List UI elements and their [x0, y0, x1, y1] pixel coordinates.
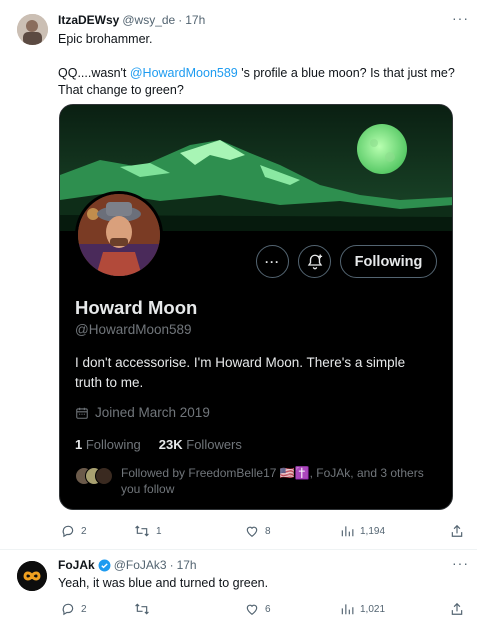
share-icon [451, 524, 463, 537]
tweet-fojak[interactable]: FoJAk @FoJAk3 · 17h ··· Yeah, it was blu… [0, 550, 477, 631]
following-count: 1 [75, 437, 83, 452]
analytics-icon [341, 526, 354, 537]
display-name[interactable]: FoJAk [58, 558, 95, 572]
reply-button[interactable]: 2 [61, 524, 87, 538]
retweet-icon [135, 603, 149, 615]
avatar-image [17, 14, 48, 45]
mention-link[interactable]: @HowardMoon589 [130, 66, 238, 80]
profile-avatar-image [78, 194, 160, 276]
retweet-button[interactable] [134, 602, 156, 616]
avatar-fojak[interactable] [17, 561, 47, 591]
followers-label: Followers [186, 437, 242, 452]
timestamp[interactable]: 17h [185, 13, 205, 27]
retweet-count: 1 [156, 525, 162, 537]
display-name[interactable]: ItzaDEWsy [58, 13, 119, 27]
profile-card[interactable]: ··· Following Howard Moon @HowardMoon589… [59, 104, 453, 510]
like-count: 6 [265, 603, 271, 615]
tweet-actions: 2 1 8 1,194 [59, 524, 463, 542]
retweet-icon [135, 525, 149, 537]
follow-counts: 1 Following 23K Followers [75, 437, 242, 452]
followers-count-link[interactable]: 23K Followers [159, 437, 242, 452]
more-profile-button[interactable]: ··· [256, 245, 289, 278]
calendar-icon [76, 407, 88, 419]
tweet-header: FoJAk @FoJAk3 · 17h [58, 558, 197, 572]
followers-count: 23K [158, 437, 183, 452]
profile-name[interactable]: Howard Moon [75, 297, 197, 319]
views-button[interactable]: 1,021 [340, 602, 385, 616]
reply-count: 2 [81, 525, 87, 537]
share-button[interactable] [450, 602, 464, 616]
view-count: 1,194 [360, 525, 386, 537]
more-options-icon[interactable]: ··· [452, 555, 469, 571]
bell-plus-icon [307, 254, 322, 269]
tweet-text: Yeah, it was blue and turned to green. [58, 576, 269, 590]
heart-icon [246, 604, 258, 615]
tweet-header: ItzaDEWsy @wsy_de · 17h [58, 13, 205, 27]
share-icon [451, 602, 463, 615]
following-button[interactable]: Following [340, 245, 437, 278]
infinity-logo-icon [17, 561, 47, 591]
more-profile-label: ··· [265, 254, 280, 269]
verified-badge-icon[interactable] [98, 559, 111, 572]
reply-icon [62, 525, 74, 538]
more-options-icon[interactable]: ··· [452, 10, 469, 26]
tweet-text-pre: QQ....wasn't [58, 66, 130, 80]
retweet-button[interactable]: 1 [134, 524, 162, 538]
profile-avatar[interactable] [75, 191, 163, 279]
following-count-link[interactable]: 1 Following [75, 437, 141, 452]
subscribe-notifications-button[interactable] [298, 245, 331, 278]
tweet-actions: 2 6 1,021 [59, 602, 463, 620]
like-count: 8 [265, 525, 271, 537]
like-button[interactable]: 6 [245, 602, 271, 616]
profile-handle[interactable]: @HowardMoon589 [75, 322, 192, 337]
views-button[interactable]: 1,194 [340, 524, 385, 538]
separator: · [178, 13, 183, 27]
timestamp[interactable]: 17h [177, 558, 197, 572]
tweet-text-line-2: QQ....wasn't @HowardMoon589 's profile a… [58, 65, 455, 82]
tweet-itzadewsy[interactable]: ItzaDEWsy @wsy_de · 17h ··· Epic brohamm… [0, 0, 477, 548]
joined-date: Joined March 2019 [75, 405, 210, 420]
heart-icon [246, 526, 258, 537]
tweet-text-post: 's profile a blue moon? Is that just me? [237, 66, 455, 80]
reply-button[interactable]: 2 [61, 602, 87, 616]
reply-count: 2 [81, 603, 87, 615]
separator: · [169, 558, 174, 572]
tweet-text-line-3: That change to green? [58, 83, 184, 97]
handle[interactable]: @FoJAk3 [114, 558, 167, 572]
share-button[interactable] [450, 524, 464, 538]
profile-bio: I don't accessorise. I'm Howard Moon. Th… [75, 355, 406, 390]
joined-text: Joined March 2019 [95, 405, 210, 420]
analytics-icon [341, 604, 354, 615]
like-button[interactable]: 8 [245, 524, 271, 538]
reply-icon [62, 603, 74, 616]
following-label: Following [85, 437, 141, 452]
avatar-itzadewsy[interactable] [17, 14, 48, 45]
followed-by-text[interactable]: Followed by FreedomBelle17 🇺🇸✝️, FoJAk, … [121, 465, 441, 497]
view-count: 1,021 [360, 603, 386, 615]
handle[interactable]: @wsy_de [122, 13, 175, 27]
follower-avatar-3 [95, 467, 113, 485]
tweet-text-line-1: Epic brohammer. [58, 32, 153, 46]
